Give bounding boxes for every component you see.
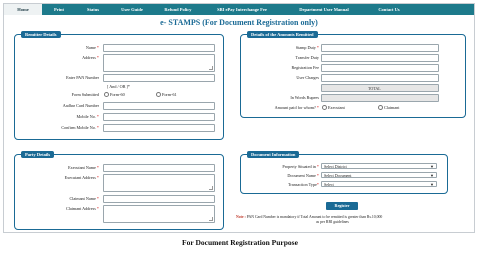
executant-name-input[interactable] [103, 164, 215, 172]
pan-note-line2: as per RBI guidelines [316, 220, 349, 224]
claimant-radio-label: Claimant [384, 105, 400, 110]
executant-radio[interactable] [322, 105, 328, 111]
nav-user-guide[interactable]: User Guide [110, 4, 154, 15]
user-charges-label: User Charges [296, 75, 319, 80]
nav-sbi-epay[interactable]: SBI ePay Interchange Fee [202, 4, 282, 15]
form60-radio[interactable] [104, 92, 110, 98]
image-caption: For Document Registration Purpose [182, 238, 298, 247]
total-field: TOTAL [321, 84, 439, 92]
document-panel: Document Information Property Situated i… [240, 151, 448, 194]
form-submitted-label: Form Submitted [71, 92, 99, 97]
pan-label: Enter PAN Number [66, 75, 99, 80]
in-words-label: In Words Rupees [290, 95, 319, 100]
page-title: e- STAMPS (For Document Registration onl… [160, 18, 318, 27]
chevron-down-icon: ▼ [430, 173, 434, 178]
address-textarea[interactable] [103, 54, 215, 72]
user-charges-input[interactable] [321, 74, 439, 82]
stamp-duty-label: Stamp Duty * [295, 45, 319, 50]
address-label: Address * [82, 55, 99, 60]
transaction-type-select[interactable]: Select ▼ [321, 181, 437, 187]
pan-note: Note : PAN Card Number is mandatory if T… [236, 215, 383, 219]
chevron-down-icon: ▼ [430, 182, 434, 187]
claimant-name-input[interactable] [103, 195, 215, 203]
transfer-duty-input[interactable] [321, 54, 439, 62]
pan-input[interactable] [103, 74, 215, 82]
transaction-type-label: Transaction Type* [288, 182, 319, 187]
aadhar-input[interactable] [103, 102, 215, 110]
party-panel: Party Details Executant Name * Executant… [14, 151, 224, 230]
confirm-mobile-label: Confirm Mobile No. * [61, 125, 99, 130]
remitter-panel: Remitter Details Name * Address * Enter … [14, 31, 224, 140]
nav-print[interactable]: Print [42, 4, 76, 15]
remitter-panel-title: Remitter Details [21, 31, 61, 38]
resize-grip-icon[interactable] [209, 66, 213, 70]
register-button[interactable]: Register [326, 202, 358, 210]
executant-name-label: Executant Name * [68, 165, 99, 170]
transfer-duty-label: Transfer Duty [295, 55, 319, 60]
aadhar-label: Aadhar Card Number [62, 103, 99, 108]
and-or-text: [ And / OR ]* [107, 84, 131, 89]
party-panel-title: Party Details [21, 151, 55, 158]
form60-label: Form-60 [110, 92, 125, 97]
name-input[interactable] [103, 44, 215, 52]
claimant-name-label: Claimant Name * [69, 196, 99, 201]
mobile-input[interactable] [103, 113, 215, 121]
amounts-panel-title: Details of the Amounts Remitted [247, 31, 318, 38]
nav-contact-us[interactable]: Contact Us [366, 4, 412, 15]
in-words-field [321, 94, 439, 102]
document-name-label: Document Name * [287, 173, 319, 178]
confirm-mobile-input[interactable] [103, 124, 215, 132]
top-nav: Home Print Status User Guide Refund Poli… [4, 4, 474, 15]
resize-grip-icon[interactable] [209, 217, 213, 221]
stamp-duty-input[interactable] [321, 44, 439, 52]
executant-radio-label: Executant [328, 105, 345, 110]
property-label: Property Situated in * [282, 164, 319, 169]
chevron-down-icon: ▼ [430, 164, 434, 169]
name-label: Name * [85, 45, 99, 50]
registration-fee-label: Registration Fee [291, 65, 319, 70]
form61-radio[interactable] [156, 92, 162, 98]
form61-label: Form-61 [162, 92, 177, 97]
screenshot-frame: Home Print Status User Guide Refund Poli… [3, 3, 475, 233]
document-name-select[interactable]: Select Document ▼ [321, 172, 437, 178]
claimant-address-textarea[interactable] [103, 205, 215, 223]
executant-address-textarea[interactable] [103, 174, 215, 192]
paid-for-label: Amount paid for whom? * [274, 105, 319, 110]
nav-home[interactable]: Home [4, 4, 42, 15]
mobile-label: Mobile No. * [76, 114, 99, 119]
executant-address-label: Executant Address * [64, 175, 99, 180]
amounts-panel: Details of the Amounts Remitted Stamp Du… [240, 31, 466, 118]
document-panel-title: Document Information [247, 151, 300, 158]
claimant-address-label: Claimant Address * [65, 206, 99, 211]
property-select[interactable]: Select District ▼ [321, 163, 437, 169]
nav-refund-policy[interactable]: Refund Policy [154, 4, 202, 15]
resize-grip-icon[interactable] [209, 186, 213, 190]
total-label: TOTAL [368, 85, 381, 91]
registration-fee-input[interactable] [321, 64, 439, 72]
nav-status[interactable]: Status [76, 4, 110, 15]
claimant-radio[interactable] [378, 105, 384, 111]
nav-department-manual[interactable]: Department User Manual [282, 4, 366, 15]
